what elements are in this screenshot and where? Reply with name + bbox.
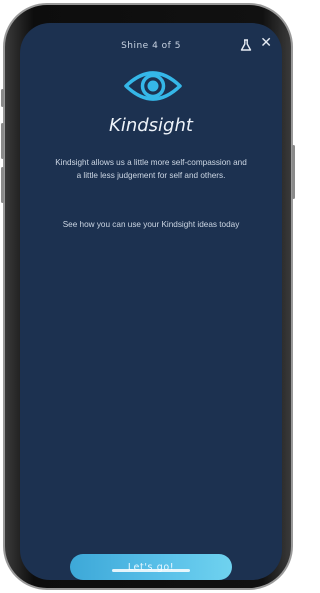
volume-down-button	[1, 167, 4, 203]
power-button	[292, 145, 295, 199]
phone-frame: Shine 4 of 5 ✕ Kindsight Kindsight allow…	[1, 3, 295, 590]
flask-icon[interactable]	[240, 39, 252, 52]
volume-up-button	[1, 123, 4, 159]
mute-switch	[1, 89, 4, 107]
app-screen: Shine 4 of 5 ✕ Kindsight Kindsight allow…	[20, 23, 282, 580]
close-icon[interactable]: ✕	[260, 36, 272, 50]
page-title: Kindsight	[109, 115, 193, 136]
eye-icon	[124, 71, 182, 101]
description-text: Kindsight allows us a little more self-c…	[55, 158, 247, 180]
lets-go-button[interactable]: Let's go!	[70, 554, 232, 580]
prompt-text: See how you can use your Kindsight ideas…	[62, 220, 240, 229]
home-indicator[interactable]	[112, 569, 190, 572]
